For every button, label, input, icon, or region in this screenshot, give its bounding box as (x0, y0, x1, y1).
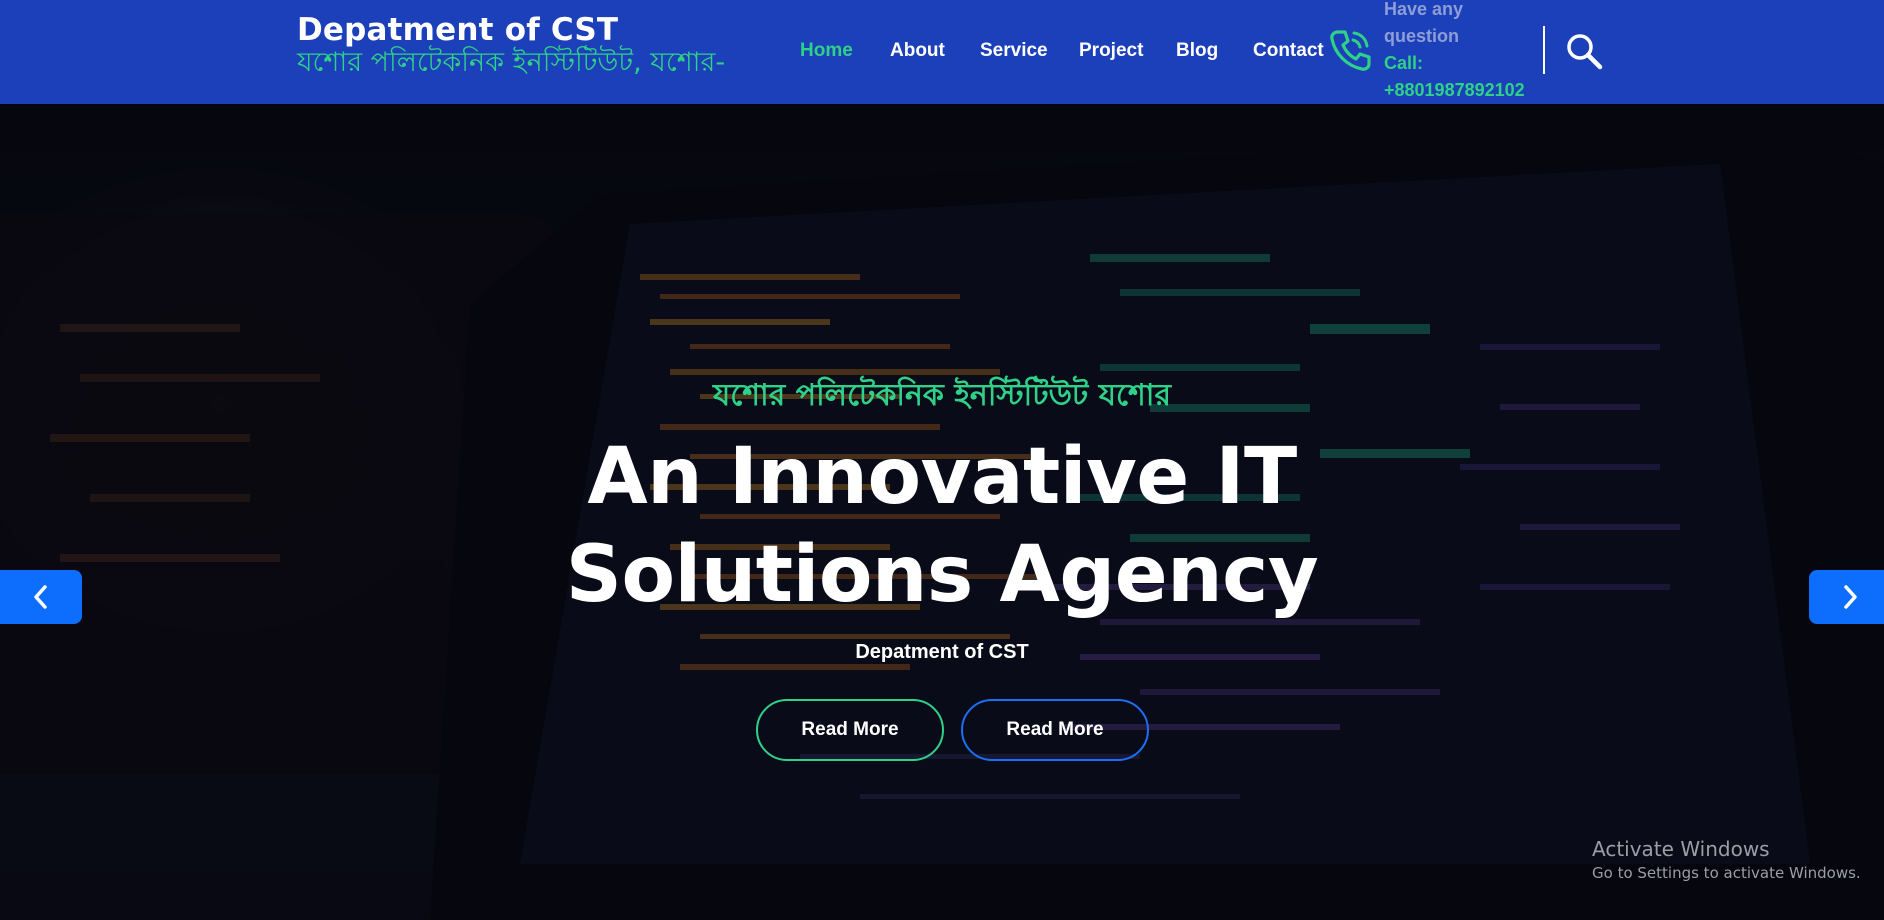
navbar: Depatment of CST যশোর পলিটেকনিক ইনস্টিটি… (0, 0, 1884, 104)
nav-item-project[interactable]: Project (1079, 36, 1143, 66)
read-more-button-1[interactable]: Read More (756, 699, 944, 761)
activate-windows-subtitle: Go to Settings to activate Windows. (1592, 864, 1861, 882)
phone-icon (1326, 26, 1374, 74)
nav-item-service[interactable]: Service (980, 36, 1048, 66)
carousel-prev-button[interactable] (0, 570, 82, 624)
hero-title: An Innovative IT Solutions Agency (565, 432, 1319, 620)
read-more-button-2[interactable]: Read More (961, 699, 1149, 761)
carousel-next-button[interactable] (1809, 570, 1884, 624)
contact-info: Have any question Call: +8801987892102 (1384, 0, 1534, 104)
nav-item-about[interactable]: About (890, 36, 945, 66)
contact-phone[interactable]: Call: +8801987892102 (1384, 50, 1534, 104)
hero-tagline: যশোর পলিটেকনিক ইনস্টিটিউট যশোর (712, 378, 1172, 413)
chevron-left-icon (34, 585, 47, 609)
search-icon[interactable] (1564, 31, 1604, 71)
activate-windows-title: Activate Windows (1592, 837, 1770, 861)
contact-question: Have any question (1384, 0, 1464, 46)
chevron-right-icon (1844, 585, 1857, 609)
hero-carousel: যশোর পলিটেকনিক ইনস্টিটিউট যশোর An Innova… (0, 104, 1884, 920)
activate-windows-watermark: Activate Windows Go to Settings to activ… (1592, 836, 1861, 884)
hero-subtitle: Depatment of CST (855, 641, 1029, 663)
nav-item-home[interactable]: Home (800, 36, 853, 66)
hero-content: যশোর পলিটেকনিক ইনস্টিটিউট যশোর An Innova… (0, 104, 1884, 920)
nav-item-contact[interactable]: Contact (1253, 36, 1324, 66)
nav-divider (1543, 26, 1545, 74)
nav-item-blog[interactable]: Blog (1176, 36, 1218, 66)
